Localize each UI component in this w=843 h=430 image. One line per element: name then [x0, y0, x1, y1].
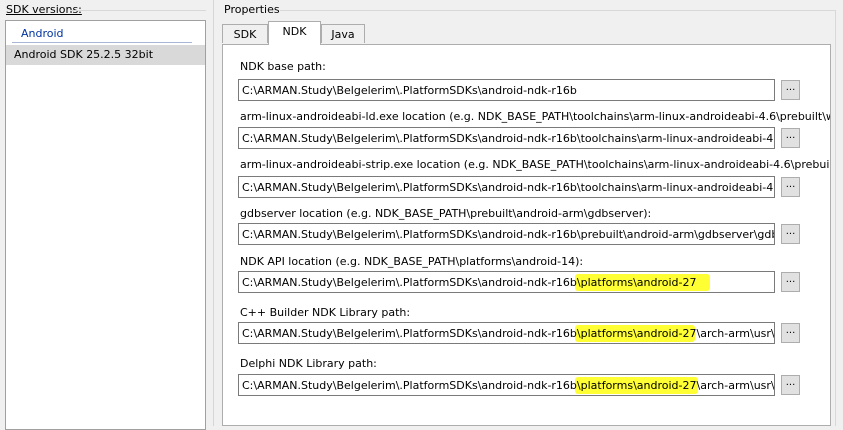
- gdbserver-location-value: C:\ARMAN.Study\Belgelerim\.PlatformSDKs\…: [242, 228, 775, 241]
- ld-location-input[interactable]: C:\ARMAN.Study\Belgelerim\.PlatformSDKs\…: [238, 127, 775, 149]
- properties-label: Properties: [224, 3, 280, 16]
- ndk-base-path-label: NDK base path:: [240, 60, 326, 73]
- ndk-api-location-value: C:\ARMAN.Study\Belgelerim\.PlatformSDKs\…: [242, 276, 697, 289]
- tab-java[interactable]: Java: [321, 24, 365, 43]
- delphi-ndk-library-label: Delphi NDK Library path:: [240, 357, 377, 370]
- gdbserver-location-browse-button[interactable]: ...: [781, 224, 800, 244]
- cpp-builder-ndk-library-label: C++ Builder NDK Library path:: [240, 306, 411, 319]
- delphi-ndk-library-input[interactable]: C:\ARMAN.Study\Belgelerim\.PlatformSDKs\…: [238, 374, 775, 396]
- ndk-tab-panel: NDK base path: C:\ARMAN.Study\Belgelerim…: [222, 44, 831, 426]
- sdk-item-label: Android SDK 25.2.5 32bit: [14, 48, 154, 61]
- properties-divider: [280, 10, 835, 11]
- platform-node-android[interactable]: Android: [21, 27, 64, 40]
- properties-right-border: [835, 10, 836, 426]
- ndk-api-location-label: NDK API location (e.g. NDK_BASE_PATH\pla…: [240, 255, 584, 268]
- ndk-base-path-browse-button[interactable]: ...: [781, 80, 800, 100]
- ndk-base-path-value: C:\ARMAN.Study\Belgelerim\.PlatformSDKs\…: [242, 84, 577, 97]
- ld-location-value: C:\ARMAN.Study\Belgelerim\.PlatformSDKs\…: [242, 132, 774, 145]
- gdbserver-location-input[interactable]: C:\ARMAN.Study\Belgelerim\.PlatformSDKs\…: [238, 223, 775, 245]
- strip-location-browse-button[interactable]: ...: [781, 177, 800, 197]
- cpp-builder-ndk-library-input[interactable]: C:\ARMAN.Study\Belgelerim\.PlatformSDKs\…: [238, 322, 775, 344]
- ndk-api-location-input[interactable]: C:\ARMAN.Study\Belgelerim\.PlatformSDKs\…: [238, 271, 775, 293]
- ld-location-browse-button[interactable]: ...: [781, 128, 800, 148]
- gdbserver-location-label: gdbserver location (e.g. NDK_BASE_PATH\p…: [240, 207, 652, 220]
- ndk-base-path-input[interactable]: C:\ARMAN.Study\Belgelerim\.PlatformSDKs\…: [238, 79, 775, 101]
- delphi-ndk-library-value: C:\ARMAN.Study\Belgelerim\.PlatformSDKs\…: [242, 379, 775, 392]
- strip-location-value: C:\ARMAN.Study\Belgelerim\.PlatformSDKs\…: [242, 181, 774, 194]
- panel-splitter[interactable]: [213, 0, 214, 426]
- ndk-api-location-browse-button[interactable]: ...: [781, 272, 800, 292]
- cpp-builder-ndk-library-value: C:\ARMAN.Study\Belgelerim\.PlatformSDKs\…: [242, 327, 775, 340]
- delphi-ndk-library-browse-button[interactable]: ...: [781, 375, 800, 395]
- sdk-list-item-selected[interactable]: Android SDK 25.2.5 32bit: [6, 45, 205, 65]
- sdk-versions-divider: [70, 10, 206, 11]
- sdk-versions-list[interactable]: Android Android SDK 25.2.5 32bit: [5, 20, 206, 430]
- strip-location-label: arm-linux-androideabi-strip.exe location…: [240, 158, 830, 171]
- cpp-builder-ndk-library-browse-button[interactable]: ...: [781, 323, 800, 343]
- tab-sdk[interactable]: SDK: [222, 24, 268, 43]
- platform-underline: [12, 42, 192, 43]
- strip-location-input[interactable]: C:\ARMAN.Study\Belgelerim\.PlatformSDKs\…: [238, 176, 775, 198]
- ld-location-label: arm-linux-androideabi-ld.exe location (e…: [240, 110, 830, 123]
- tab-ndk[interactable]: NDK: [268, 21, 321, 45]
